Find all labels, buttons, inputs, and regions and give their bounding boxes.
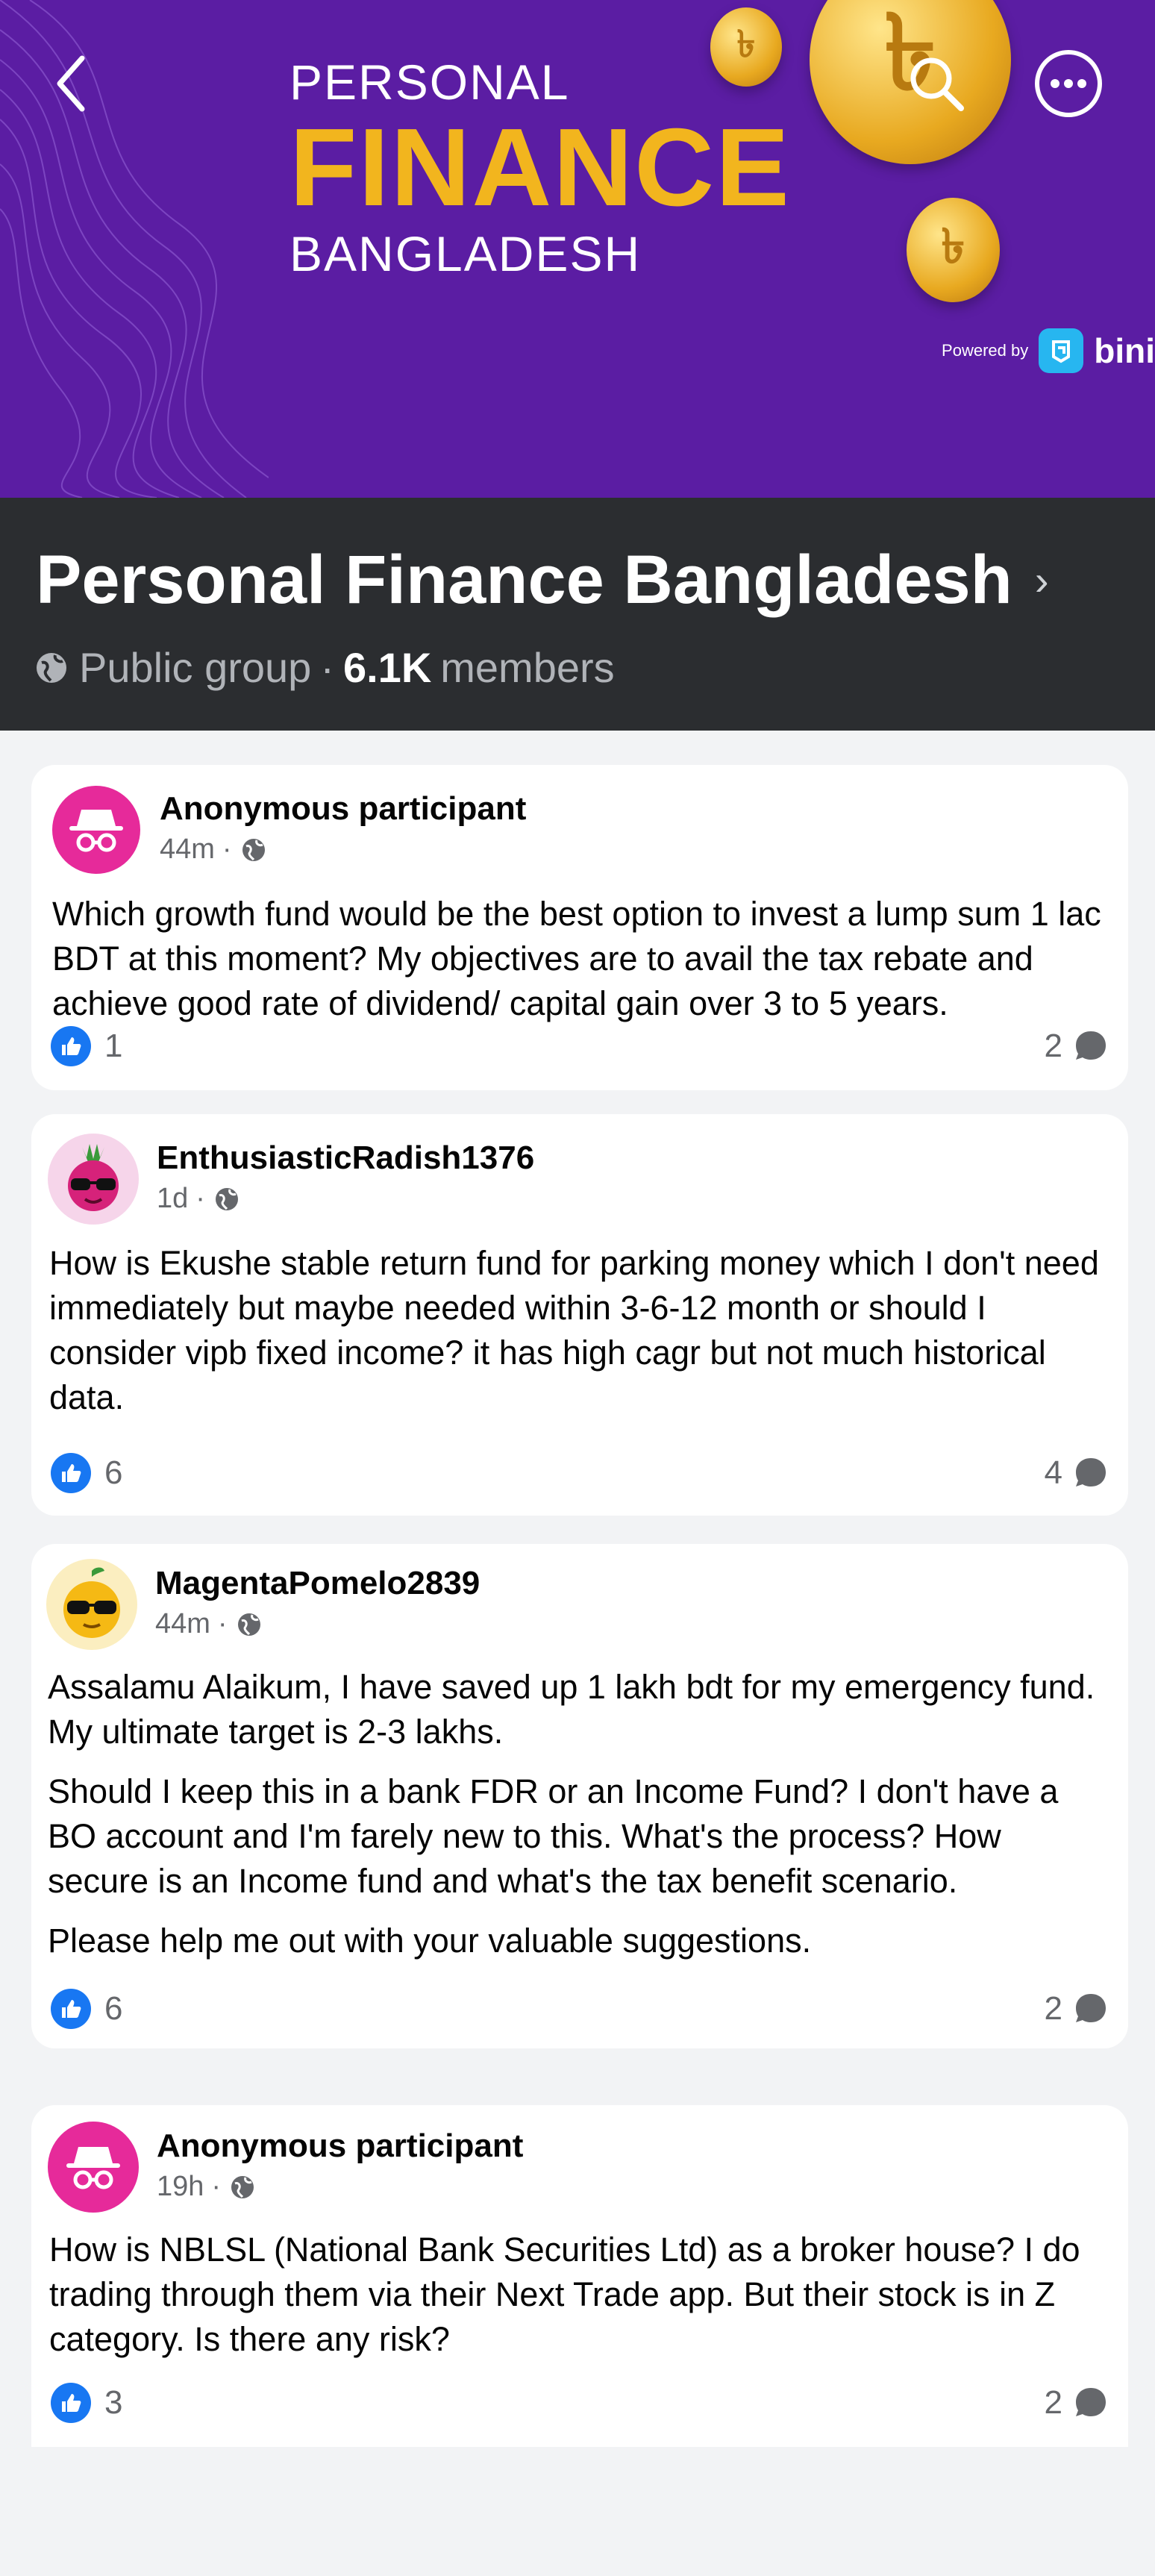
search-button[interactable] <box>899 46 974 121</box>
post-footer: 3 2 <box>51 2383 1109 2423</box>
like-count: 1 <box>104 1028 123 1064</box>
group-cover-photo: PERSONAL FINANCE BANGLADESH ৳ ৳ ৳ Powere… <box>0 0 1155 498</box>
avatar[interactable] <box>48 2122 139 2213</box>
globe-icon <box>237 1613 260 1636</box>
post-paragraph: Please help me out with your valuable su… <box>48 1922 812 1960</box>
post-footer: 1 2 <box>51 1026 1109 1066</box>
cover-line-finance: FINANCE <box>289 106 791 229</box>
comment-count: 2 <box>1044 2384 1062 2421</box>
post-meta: 19h · <box>157 2171 257 2203</box>
post-time[interactable]: 19h <box>157 2171 204 2203</box>
coin-small: ৳ <box>710 7 782 87</box>
post-author[interactable]: Anonymous participant <box>157 2128 523 2165</box>
post-author[interactable]: EnthusiasticRadish1376 <box>157 1139 534 1177</box>
like-icon <box>51 1026 91 1066</box>
bini-logo-icon <box>1039 328 1084 373</box>
post-time[interactable]: 44m <box>155 1608 210 1640</box>
post-paragraph: Assalamu Alaikum, I have saved up 1 lakh… <box>48 1668 1095 1751</box>
comment-summary[interactable]: 2 <box>1045 1990 1109 2028</box>
bini-brand-text: bini <box>1094 331 1155 370</box>
search-icon <box>910 57 964 111</box>
members-label: members <box>440 644 615 691</box>
powered-by-label: Powered by <box>942 341 1029 360</box>
like-count: 3 <box>104 2384 123 2421</box>
post-body[interactable]: Assalamu Alaikum, I have saved up 1 lakh… <box>48 1665 1107 1978</box>
post-card[interactable]: EnthusiasticRadish1376 1d · How is Ekush… <box>31 1114 1128 1516</box>
like-icon <box>51 1453 91 1493</box>
cover-line-bangladesh: BANGLADESH <box>289 226 642 281</box>
group-header: Personal Finance Bangladesh › Public gro… <box>0 498 1155 731</box>
powered-by-bini: Powered by bini <box>942 328 1155 373</box>
post-body[interactable]: How is NBLSL (National Bank Securities L… <box>49 2228 1109 2377</box>
more-icon <box>1035 50 1102 117</box>
globe-icon <box>242 838 265 861</box>
comment-count: 4 <box>1044 1454 1062 1491</box>
avatar[interactable] <box>46 1559 137 1650</box>
post-body[interactable]: How is Ekushe stable return fund for par… <box>49 1241 1109 1435</box>
comment-icon <box>1076 1031 1106 1060</box>
wave-decoration <box>0 0 269 498</box>
post-card[interactable]: Anonymous participant 44m · Which growth… <box>31 765 1128 1090</box>
chevron-left-icon <box>57 55 85 112</box>
globe-icon <box>215 1187 238 1210</box>
separator-dot: · <box>217 1608 228 1639</box>
reaction-summary[interactable]: 3 <box>51 2383 122 2423</box>
back-button[interactable] <box>41 46 101 121</box>
avatar[interactable] <box>48 1134 139 1225</box>
post-footer: 6 4 <box>51 1453 1109 1493</box>
anonymous-icon <box>69 810 123 852</box>
separator-dot: · <box>222 834 232 865</box>
post-paragraph: How is Ekushe stable return fund for par… <box>49 1244 1099 1416</box>
comment-count: 2 <box>1044 1990 1062 2027</box>
group-page: PERSONAL FINANCE BANGLADESH ৳ ৳ ৳ Powere… <box>0 0 1155 2576</box>
like-icon <box>51 2383 91 2423</box>
member-count: 6.1K <box>342 644 432 691</box>
post-meta: 44m · <box>155 1608 263 1640</box>
anonymous-icon <box>66 2147 120 2189</box>
post-author[interactable]: MagentaPomelo2839 <box>155 1565 480 1602</box>
like-count: 6 <box>104 1990 123 2027</box>
comment-icon <box>1076 1458 1106 1486</box>
separator-dot: · <box>195 1183 205 1214</box>
comment-icon <box>1076 1994 1106 2022</box>
avatar[interactable] <box>52 786 140 874</box>
post-paragraph: Which growth fund would be the best opti… <box>52 895 1101 1022</box>
comment-summary[interactable]: 4 <box>1045 1454 1109 1492</box>
comment-count: 2 <box>1044 1028 1062 1064</box>
separator-dot: · <box>320 644 334 691</box>
comment-summary[interactable]: 2 <box>1045 1028 1109 1065</box>
post-card[interactable]: Anonymous participant 19h · How is NBLSL… <box>31 2105 1128 2447</box>
comment-summary[interactable]: 2 <box>1045 2384 1109 2422</box>
group-name-link[interactable]: Personal Finance Bangladesh › <box>36 541 1049 619</box>
post-footer: 6 2 <box>51 1989 1109 2029</box>
like-count: 6 <box>104 1454 123 1491</box>
post-time[interactable]: 1d <box>157 1183 188 1215</box>
pomelo-avatar-icon <box>63 1567 120 1638</box>
more-options-button[interactable] <box>1031 46 1106 121</box>
post-author[interactable]: Anonymous participant <box>160 790 526 828</box>
cover-title: PERSONAL FINANCE BANGLADESH <box>289 52 791 284</box>
comment-icon <box>1076 2388 1106 2416</box>
reaction-summary[interactable]: 1 <box>51 1026 122 1066</box>
post-feed: Anonymous participant 44m · Which growth… <box>0 731 1155 2576</box>
group-meta: Public group · 6.1K members <box>33 643 615 692</box>
group-name: Personal Finance Bangladesh <box>36 542 1012 618</box>
post-card[interactable]: MagentaPomelo2839 44m · Assalamu Alaikum… <box>31 1544 1128 2048</box>
reaction-summary[interactable]: 6 <box>51 1989 122 2029</box>
reaction-summary[interactable]: 6 <box>51 1453 122 1493</box>
chevron-right-icon: › <box>1034 557 1049 604</box>
post-meta: 44m · <box>160 834 268 866</box>
post-body[interactable]: Which growth fund would be the best opti… <box>52 892 1112 1041</box>
separator-dot: · <box>211 2171 222 2202</box>
globe-icon <box>37 652 66 683</box>
like-icon <box>51 1989 91 2029</box>
post-paragraph: Should I keep this in a bank FDR or an I… <box>48 1772 1059 1900</box>
globe-icon <box>231 2175 254 2198</box>
post-paragraph: How is NBLSL (National Bank Securities L… <box>49 2230 1080 2358</box>
radish-avatar-icon <box>68 1144 119 1211</box>
coin-medium: ৳ <box>907 198 1000 302</box>
privacy-label: Public group <box>79 644 312 691</box>
post-time[interactable]: 44m <box>160 834 215 866</box>
post-meta: 1d · <box>157 1183 241 1215</box>
